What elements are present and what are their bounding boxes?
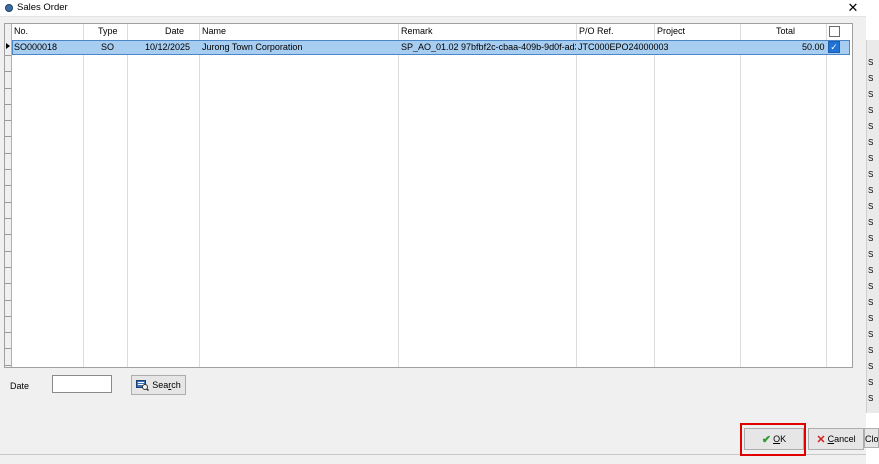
row-indicator-line	[5, 71, 11, 72]
select-all-checkbox[interactable]	[829, 26, 840, 37]
row-indicator-line	[5, 348, 11, 349]
cell-type: SO	[101, 42, 115, 52]
ok-button[interactable]: ✔ OK	[744, 428, 804, 450]
background-cell-fragment: S	[868, 362, 874, 371]
cell-name: Jurong Town Corporation	[202, 42, 303, 52]
close-button[interactable]: ✕	[846, 0, 860, 16]
background-cell-fragment: S	[868, 330, 874, 339]
column-header-po-ref[interactable]: P/O Ref.	[579, 26, 614, 36]
background-cell-fragment: S	[868, 234, 874, 243]
title-bar: Sales Order ✕	[0, 0, 866, 17]
cancel-button[interactable]: ✕ Cancel	[808, 428, 864, 450]
row-indicator-line	[5, 332, 11, 333]
background-cell-fragment: S	[868, 266, 874, 275]
row-indicator-line	[5, 283, 11, 284]
search-button[interactable]: Search	[131, 375, 186, 395]
app-icon	[5, 4, 13, 12]
row-indicator-line	[5, 365, 11, 366]
background-cell-fragment: S	[868, 74, 874, 83]
cell-po-ref: JTC000EPO24000003	[578, 42, 669, 52]
row-indicator-line	[5, 153, 11, 154]
background-cell-fragment: S	[868, 202, 874, 211]
background-cell-fragment: S	[868, 218, 874, 227]
current-row-arrow-icon	[6, 43, 10, 49]
date-filter-label: Date	[10, 381, 30, 391]
cell-date: 10/12/2025	[145, 42, 191, 52]
cell-no: SO000018	[14, 42, 58, 52]
column-header-type[interactable]: Type	[98, 26, 118, 36]
window-title: Sales Order	[17, 2, 68, 13]
background-cell-fragment: S	[868, 394, 874, 403]
row-indicator-line	[5, 185, 11, 186]
row-indicator-line	[5, 202, 11, 203]
row-indicator-line	[5, 104, 11, 105]
background-cell-fragment: S	[868, 122, 874, 131]
column-header-total[interactable]: Total	[776, 26, 795, 36]
row-indicator-line	[5, 169, 11, 170]
column-header-remark[interactable]: Remark	[401, 26, 433, 36]
cell-total: 50.00	[802, 42, 825, 52]
row-indicator-line	[5, 120, 11, 121]
background-cell-fragment: S	[868, 58, 874, 67]
column-header-name[interactable]: Name	[202, 26, 226, 36]
background-cell-fragment: S	[868, 186, 874, 195]
row-indicator-line	[5, 55, 11, 56]
background-cell-fragment: S	[868, 346, 874, 355]
search-button-label: Search	[152, 380, 181, 390]
background-close-button: Clos	[864, 428, 879, 448]
column-header-no[interactable]: No.	[14, 26, 28, 36]
row-indicator-line	[5, 136, 11, 137]
background-cell-fragment: S	[868, 170, 874, 179]
background-cell-fragment: S	[868, 282, 874, 291]
row-indicator-line	[5, 316, 11, 317]
background-cell-fragment: S	[868, 378, 874, 387]
background-cell-fragment: S	[868, 106, 874, 115]
background-cell-fragment: S	[868, 138, 874, 147]
column-header-date[interactable]: Date	[165, 26, 184, 36]
row-indicator-line	[5, 218, 11, 219]
row-indicator-line	[5, 234, 11, 235]
background-cell-fragment: S	[868, 298, 874, 307]
row-indicator-line	[5, 267, 11, 268]
cancel-button-label: Cancel	[827, 434, 856, 444]
column-header-project[interactable]: Project	[657, 26, 685, 36]
ok-button-label: OK	[773, 434, 787, 444]
sales-order-grid[interactable]: No. Type Date Name Remark P/O Ref. Proje…	[4, 23, 853, 368]
row-indicator-line	[5, 251, 11, 252]
row-select-checkbox[interactable]: ✓	[828, 41, 840, 53]
cell-remark: SP_AO_01.02 97bfbf2c-cbaa-409b-9d0f-ad31…	[401, 42, 576, 52]
row-indicator-line	[5, 88, 11, 89]
check-icon: ✔	[761, 433, 772, 446]
background-cell-fragment: S	[868, 90, 874, 99]
background-cell-fragment: S	[868, 250, 874, 259]
search-icon	[136, 379, 150, 391]
background-cell-fragment: S	[868, 154, 874, 163]
sales-order-dialog: Sales Order ✕ No. Type Date Name Remark …	[0, 0, 867, 456]
background-cell-fragment: S	[868, 314, 874, 323]
row-indicator-line	[5, 300, 11, 301]
date-filter-input[interactable]	[52, 375, 112, 393]
cancel-x-icon: ✕	[816, 433, 826, 446]
